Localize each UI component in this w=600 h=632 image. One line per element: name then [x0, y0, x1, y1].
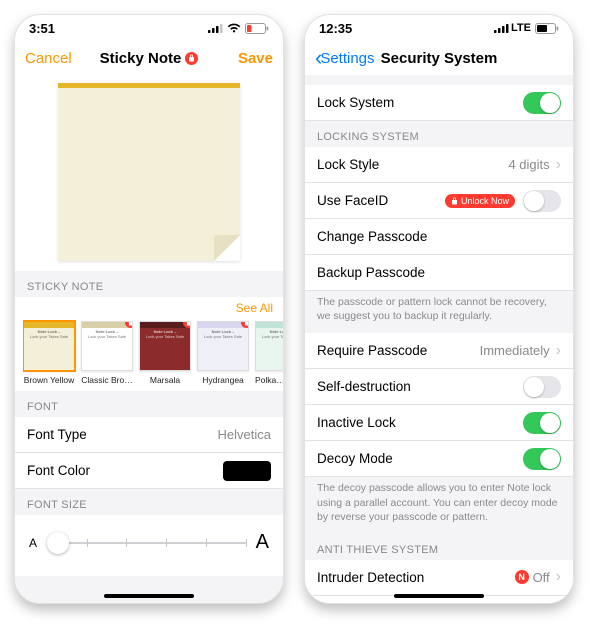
status-time: 3:51	[29, 21, 204, 36]
style-label: Hydrangea	[197, 375, 249, 385]
lock-style-row[interactable]: Lock Style 4 digits ›	[305, 147, 573, 183]
use-faceid-toggle[interactable]	[523, 190, 561, 212]
lock-system-row[interactable]: Lock System	[305, 85, 573, 121]
font-size-slider-row: A A	[15, 515, 283, 576]
style-thumb: Note Lock –Lock your Takes Safe	[139, 321, 191, 371]
decoy-mode-row[interactable]: Decoy Mode	[305, 441, 573, 477]
font-type-label: Font Type	[27, 427, 218, 442]
self-destruction-label: Self-destruction	[317, 379, 523, 394]
backup-passcode-label: Backup Passcode	[317, 265, 561, 280]
nav-title-text: Sticky Note	[100, 50, 182, 67]
style-card[interactable]: Note Lock –Lock your Takes Safe Brown Yel…	[23, 321, 75, 385]
style-thumb: Note Lock –Lock your Takes Safe	[255, 321, 283, 371]
style-label: Brown Yellow	[23, 375, 75, 385]
section-footer-decoy: The decoy passcode allows you to enter N…	[305, 477, 573, 534]
style-card[interactable]: Note Lock –Lock your Takes Safe Marsala	[139, 321, 191, 385]
style-label: Polka Dot	[255, 375, 283, 385]
inactive-lock-label: Inactive Lock	[317, 415, 523, 430]
style-thumb: Note Lock –Lock your Takes Safe	[23, 321, 75, 371]
intruder-detection-row[interactable]: Intruder Detection N Off ›	[305, 560, 573, 596]
lock-style-label: Lock Style	[317, 157, 508, 172]
lock-system-label: Lock System	[317, 95, 523, 110]
styles-row: See All Note Lock –Lock your Takes Safe B…	[15, 297, 283, 391]
font-size-min-icon: A	[29, 536, 37, 550]
lock-icon	[451, 197, 458, 205]
require-passcode-label: Require Passcode	[317, 343, 480, 358]
style-card[interactable]: Note Lock –Lock your Takes Safe Classic B…	[81, 321, 133, 385]
inactive-lock-row[interactable]: Inactive Lock	[305, 405, 573, 441]
nav-title: Security System	[375, 50, 503, 67]
require-passcode-row[interactable]: Require Passcode Immediately ›	[305, 333, 573, 369]
intruder-detection-value: Off	[533, 570, 550, 585]
lock-system-toggle[interactable]	[523, 92, 561, 114]
cancel-button[interactable]: Cancel	[25, 50, 85, 67]
font-color-label: Font Color	[27, 463, 223, 478]
left-content: STICKY NOTE See All Note Lock –Lock your…	[15, 75, 283, 603]
back-button[interactable]: ‹ Settings	[315, 50, 375, 67]
section-header-font: FONT	[15, 391, 283, 417]
font-color-swatch	[223, 461, 271, 481]
change-passcode-row[interactable]: Change Passcode	[305, 219, 573, 255]
lock-style-value: 4 digits	[508, 157, 549, 172]
unlock-now-badge[interactable]: Unlock Now	[445, 194, 515, 208]
font-type-row[interactable]: Font Type Helvetica	[15, 417, 283, 453]
require-passcode-value: Immediately	[480, 343, 550, 358]
change-passcode-label: Change Passcode	[317, 229, 561, 244]
cellular-signal-icon	[494, 23, 509, 33]
self-destruction-row[interactable]: Self-destruction	[305, 369, 573, 405]
use-faceid-row[interactable]: Use FaceID Unlock Now	[305, 183, 573, 219]
home-indicator	[104, 594, 194, 598]
backup-passcode-row[interactable]: Backup Passcode	[305, 255, 573, 291]
section-header-fontsize: FONT SIZE	[15, 489, 283, 515]
font-size-slider[interactable]	[47, 542, 246, 544]
style-thumb: Note Lock –Lock your Takes Safe	[81, 321, 133, 371]
sticky-note-canvas	[58, 83, 240, 261]
section-footer-locking: The passcode or pattern lock cannot be r…	[305, 291, 573, 333]
home-indicator	[394, 594, 484, 598]
phone-left: 3:51 Cancel Sticky Note Save STICKY NOTE…	[14, 14, 284, 604]
status-bar: 3:51	[15, 15, 283, 41]
phone-right: 12:35 LTE ‹ Settings Security System Loc…	[304, 14, 574, 604]
inactive-lock-toggle[interactable]	[523, 412, 561, 434]
battery-icon	[245, 23, 269, 34]
nav-title-text: Security System	[381, 50, 498, 67]
unlock-now-text: Unlock Now	[461, 196, 509, 206]
section-header-sticky: STICKY NOTE	[15, 271, 283, 297]
font-size-max-icon: A	[256, 531, 269, 554]
lock-icon	[185, 52, 198, 65]
style-card[interactable]: Note Lock –Lock your Takes Safe Polka Dot	[255, 321, 283, 385]
font-color-row[interactable]: Font Color	[15, 453, 283, 489]
section-header-anti: ANTI THIEVE SYSTEM	[305, 534, 573, 560]
chevron-right-icon: ›	[556, 342, 561, 360]
new-badge: N	[515, 570, 529, 584]
slider-knob[interactable]	[47, 532, 69, 554]
font-type-value: Helvetica	[218, 427, 271, 442]
cellular-signal-icon	[208, 23, 223, 33]
style-label: Classic Bro…	[81, 375, 133, 385]
nav-bar: Cancel Sticky Note Save	[15, 41, 283, 75]
note-preview[interactable]	[15, 75, 283, 271]
carrier-label: LTE	[511, 22, 531, 34]
decoy-mode-toggle[interactable]	[523, 448, 561, 470]
save-button[interactable]: Save	[213, 50, 273, 67]
status-bar: 12:35 LTE	[305, 15, 573, 41]
intruder-detection-label: Intruder Detection	[317, 570, 515, 585]
see-all-button[interactable]: See All	[236, 301, 273, 315]
decoy-mode-label: Decoy Mode	[317, 451, 523, 466]
chevron-right-icon: ›	[556, 156, 561, 174]
nav-title: Sticky Note	[85, 50, 213, 67]
style-label: Marsala	[139, 375, 191, 385]
nav-bar: ‹ Settings Security System	[305, 41, 573, 75]
back-label: Settings	[320, 50, 374, 67]
style-thumb: Note Lock –Lock your Takes Safe	[197, 321, 249, 371]
battery-icon	[535, 23, 559, 34]
chevron-right-icon: ›	[556, 568, 561, 586]
section-header-locking: LOCKING SYSTEM	[305, 121, 573, 147]
status-time: 12:35	[319, 21, 490, 36]
right-content: Lock System LOCKING SYSTEM Lock Style 4 …	[305, 75, 573, 603]
self-destruction-toggle[interactable]	[523, 376, 561, 398]
use-faceid-label: Use FaceID	[317, 193, 445, 208]
wifi-icon	[227, 23, 241, 33]
style-card[interactable]: Note Lock –Lock your Takes Safe Hydrangea	[197, 321, 249, 385]
